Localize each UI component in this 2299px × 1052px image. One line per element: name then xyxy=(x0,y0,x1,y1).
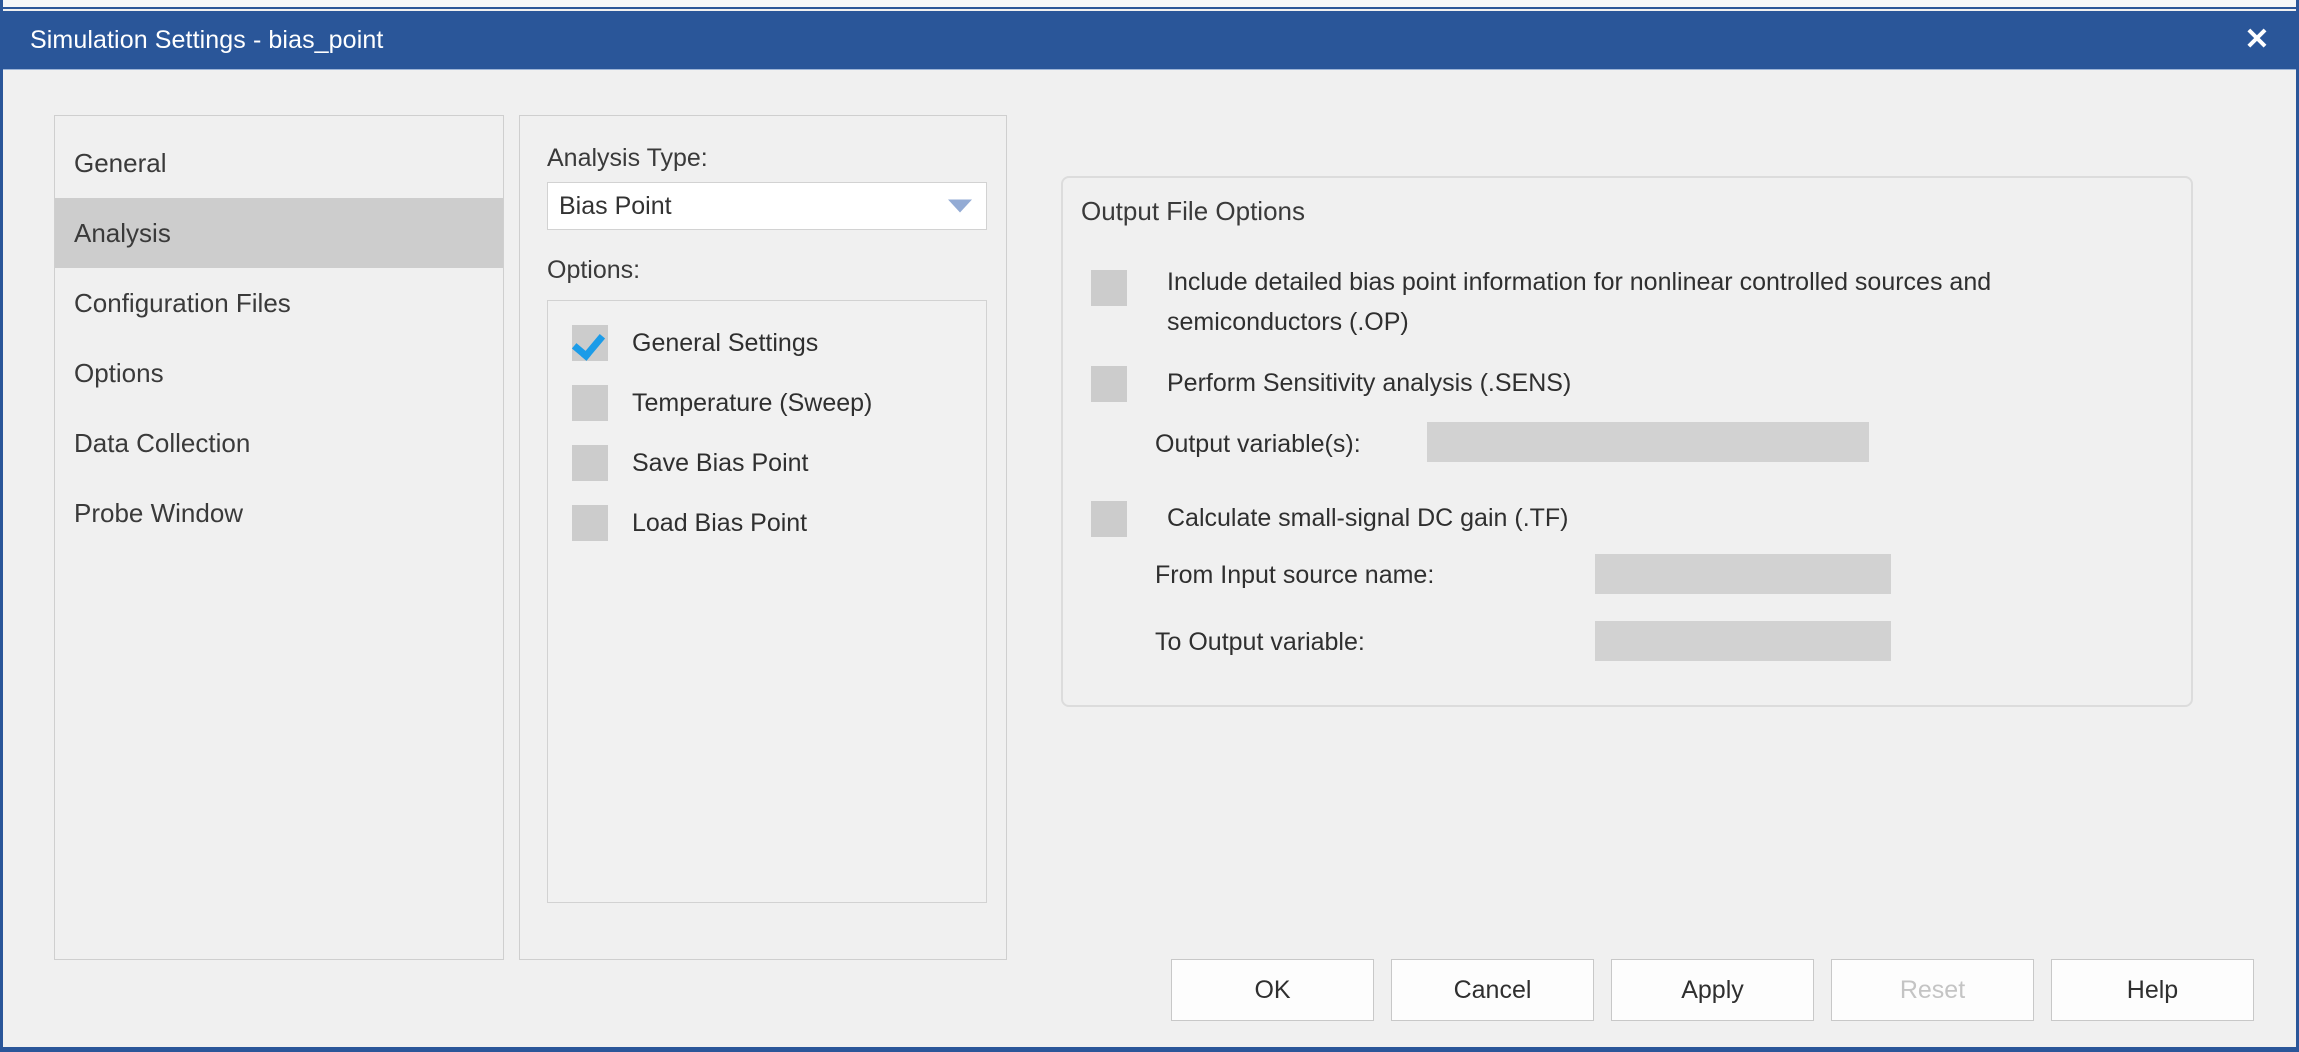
checkbox-general-settings[interactable] xyxy=(572,325,608,361)
output-variables-label: Output variable(s): xyxy=(1155,430,1361,459)
include-bias-detail-line1: Include detailed bias point information … xyxy=(1167,262,1991,302)
analysis-options-list: General Settings Temperature (Sweep) Sav… xyxy=(547,300,987,903)
window-top-strip xyxy=(3,0,2296,9)
dialog-footer: OK Cancel Apply Reset Help xyxy=(3,941,2296,1021)
to-output-variable-input[interactable] xyxy=(1595,621,1891,661)
analysis-type-label: Analysis Type: xyxy=(547,144,708,173)
checkbox-load-bias-point[interactable] xyxy=(572,505,608,541)
dialog-client-area: General Analysis Configuration Files Opt… xyxy=(3,69,2296,1047)
sidebar-item-probe-window[interactable]: Probe Window xyxy=(55,478,503,548)
output-file-options-legend: Output File Options xyxy=(1073,196,1315,227)
to-output-variable-label: To Output variable: xyxy=(1155,628,1365,657)
checkbox-calculate-dc-gain[interactable] xyxy=(1091,501,1127,537)
checkbox-include-bias-detail[interactable] xyxy=(1091,270,1127,306)
sidebar-item-analysis[interactable]: Analysis xyxy=(55,198,503,268)
ok-button[interactable]: OK xyxy=(1171,959,1374,1021)
sidebar-item-general[interactable]: General xyxy=(55,128,503,198)
include-bias-detail-line2: semiconductors (.OP) xyxy=(1167,302,1991,342)
reset-button: Reset xyxy=(1831,959,2034,1021)
settings-category-list: General Analysis Configuration Files Opt… xyxy=(54,115,504,960)
sidebar-item-data-collection[interactable]: Data Collection xyxy=(55,408,503,478)
cancel-button[interactable]: Cancel xyxy=(1391,959,1594,1021)
option-label: General Settings xyxy=(632,329,818,358)
option-row-general-settings[interactable]: General Settings xyxy=(548,313,986,373)
option-row-temperature-sweep[interactable]: Temperature (Sweep) xyxy=(548,373,986,433)
title-bar: Simulation Settings - bias_point ✕ xyxy=(3,11,2296,69)
option-label: Temperature (Sweep) xyxy=(632,389,872,418)
checkbox-save-bias-point[interactable] xyxy=(572,445,608,481)
option-label: Load Bias Point xyxy=(632,509,807,538)
sidebar-item-options[interactable]: Options xyxy=(55,338,503,408)
sensitivity-label: Perform Sensitivity analysis (.SENS) xyxy=(1167,363,1571,403)
dc-gain-label: Calculate small-signal DC gain (.TF) xyxy=(1167,498,1569,538)
window-title: Simulation Settings - bias_point xyxy=(3,26,383,55)
sidebar-item-label: Options xyxy=(74,358,164,389)
sidebar-item-label: General xyxy=(74,148,167,179)
sidebar-item-label: Probe Window xyxy=(74,498,243,529)
options-label: Options: xyxy=(547,256,640,285)
apply-button[interactable]: Apply xyxy=(1611,959,1814,1021)
row-include-bias-detail[interactable]: Include detailed bias point information … xyxy=(1091,262,2171,342)
analysis-panel: Analysis Type: Bias Point Options: Gener… xyxy=(519,115,1007,960)
from-input-source-label: From Input source name: xyxy=(1155,561,1434,590)
analysis-type-value: Bias Point xyxy=(548,192,672,221)
from-input-source-input[interactable] xyxy=(1595,554,1891,594)
help-button[interactable]: Help xyxy=(2051,959,2254,1021)
analysis-type-dropdown[interactable]: Bias Point xyxy=(547,182,987,230)
simulation-settings-dialog: Simulation Settings - bias_point ✕ Gener… xyxy=(0,0,2299,1052)
option-row-load-bias-point[interactable]: Load Bias Point xyxy=(548,493,986,553)
checkbox-temperature-sweep[interactable] xyxy=(572,385,608,421)
sidebar-item-label: Data Collection xyxy=(74,428,250,459)
chevron-down-icon xyxy=(948,200,972,213)
close-icon[interactable]: ✕ xyxy=(2218,11,2296,69)
sidebar-item-label: Analysis xyxy=(74,218,171,249)
row-sensitivity-analysis[interactable]: Perform Sensitivity analysis (.SENS) xyxy=(1091,363,2171,403)
sidebar-item-configuration-files[interactable]: Configuration Files xyxy=(55,268,503,338)
output-variables-input[interactable] xyxy=(1427,422,1869,462)
checkbox-perform-sensitivity[interactable] xyxy=(1091,366,1127,402)
row-dc-gain[interactable]: Calculate small-signal DC gain (.TF) xyxy=(1091,498,2171,538)
option-row-save-bias-point[interactable]: Save Bias Point xyxy=(548,433,986,493)
sidebar-item-label: Configuration Files xyxy=(74,288,291,319)
option-label: Save Bias Point xyxy=(632,449,809,478)
